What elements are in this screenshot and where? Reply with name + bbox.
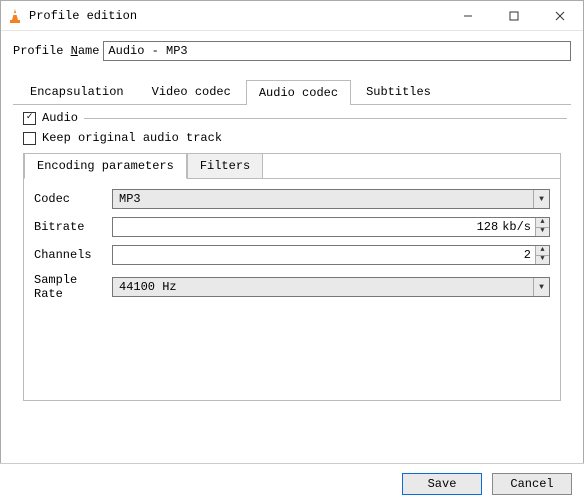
codec-value: MP3 bbox=[113, 192, 533, 206]
bitrate-stepper[interactable]: ▲▼ bbox=[535, 218, 549, 236]
sample-rate-label: Sample Rate bbox=[34, 273, 112, 301]
chevron-down-icon: ▼ bbox=[536, 256, 549, 265]
codec-combo[interactable]: MP3 ▼ bbox=[112, 189, 550, 209]
chevron-down-icon: ▼ bbox=[533, 278, 549, 296]
tab-filters[interactable]: Filters bbox=[187, 153, 263, 179]
tab-encapsulation[interactable]: Encapsulation bbox=[17, 79, 137, 104]
close-button[interactable] bbox=[537, 1, 583, 31]
minimize-button[interactable] bbox=[445, 1, 491, 31]
tab-encoding-parameters[interactable]: Encoding parameters bbox=[24, 153, 187, 179]
channels-stepper[interactable]: ▲▼ bbox=[535, 246, 549, 264]
chevron-up-icon: ▲ bbox=[536, 246, 549, 256]
bitrate-label: Bitrate bbox=[34, 220, 112, 234]
chevron-down-icon: ▼ bbox=[536, 228, 549, 237]
audio-codec-panel: Audio Keep original audio track Encoding… bbox=[13, 105, 571, 405]
chevron-up-icon: ▲ bbox=[536, 218, 549, 228]
encoding-group: Encoding parameters Filters Codec MP3 ▼ … bbox=[23, 153, 561, 401]
bitrate-value: 128 bbox=[113, 218, 502, 236]
profile-name-input[interactable] bbox=[103, 41, 571, 61]
vlc-icon bbox=[7, 8, 23, 24]
profile-name-label: Profile Name bbox=[13, 44, 99, 58]
save-button[interactable]: Save bbox=[402, 473, 482, 495]
tab-subtitles[interactable]: Subtitles bbox=[353, 79, 444, 104]
sample-rate-value: 44100 Hz bbox=[113, 280, 533, 294]
window-title: Profile edition bbox=[29, 9, 137, 23]
title-bar: Profile edition bbox=[1, 1, 583, 31]
audio-checkbox[interactable] bbox=[23, 112, 36, 125]
cancel-button[interactable]: Cancel bbox=[492, 473, 572, 495]
chevron-down-icon: ▼ bbox=[533, 190, 549, 208]
channels-value: 2 bbox=[113, 246, 535, 264]
maximize-button[interactable] bbox=[491, 1, 537, 31]
channels-spin[interactable]: 2 ▲▼ bbox=[112, 245, 550, 265]
separator-line bbox=[84, 118, 567, 119]
sample-rate-combo[interactable]: 44100 Hz ▼ bbox=[112, 277, 550, 297]
keep-original-checkbox[interactable] bbox=[23, 132, 36, 145]
audio-checkbox-label: Audio bbox=[42, 111, 78, 125]
tab-video-codec[interactable]: Video codec bbox=[139, 79, 244, 104]
keep-original-label: Keep original audio track bbox=[42, 131, 222, 145]
codec-label: Codec bbox=[34, 192, 112, 206]
bitrate-spin[interactable]: 128 kb/s ▲▼ bbox=[112, 217, 550, 237]
main-tabstrip: Encapsulation Video codec Audio codec Su… bbox=[13, 79, 571, 105]
bitrate-unit: kb/s bbox=[502, 218, 535, 236]
button-bar: Save Cancel bbox=[0, 463, 584, 503]
tab-audio-codec[interactable]: Audio codec bbox=[246, 80, 351, 105]
channels-label: Channels bbox=[34, 248, 112, 262]
